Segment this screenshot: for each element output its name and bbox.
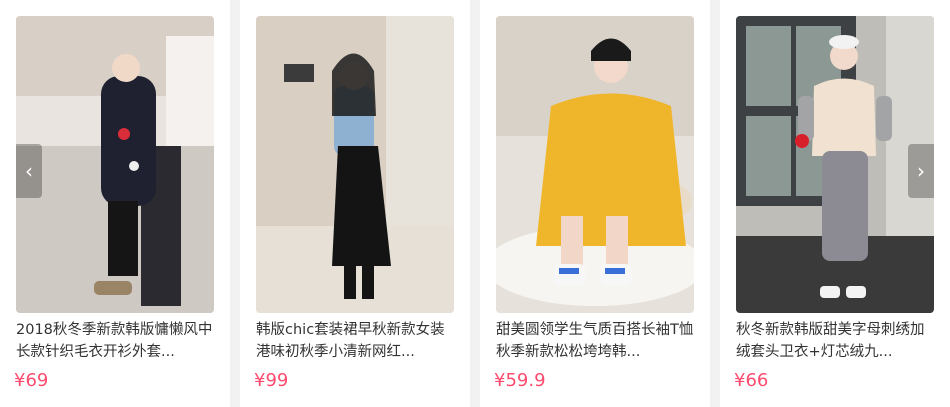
- chevron-left-icon: ‹: [25, 159, 33, 183]
- chevron-right-icon: ›: [917, 159, 925, 183]
- product-image[interactable]: [16, 16, 214, 313]
- product-card[interactable]: 2018秋冬季新款韩版慵懒风中长款针织毛衣开衫外套... ¥69: [0, 0, 230, 407]
- product-title[interactable]: 2018秋冬季新款韩版慵懒风中长款针织毛衣开衫外套...: [16, 319, 216, 363]
- product-card[interactable]: 秋冬新款韩版甜美字母刺绣加绒套头卫衣+灯芯绒九... ¥66: [720, 0, 950, 407]
- product-image[interactable]: [736, 16, 934, 313]
- next-button[interactable]: ›: [908, 144, 934, 198]
- product-title[interactable]: 韩版chic套装裙早秋新款女装港味初秋季小清新网红...: [256, 319, 456, 363]
- product-price: ¥69: [14, 370, 49, 391]
- product-title[interactable]: 甜美圆领学生气质百搭长袖T恤秋季新款松松垮垮韩...: [496, 319, 696, 363]
- product-image[interactable]: [256, 16, 454, 313]
- prev-button[interactable]: ‹: [16, 144, 42, 198]
- product-price: ¥59.9: [494, 370, 546, 391]
- product-title[interactable]: 秋冬新款韩版甜美字母刺绣加绒套头卫衣+灯芯绒九...: [736, 319, 936, 363]
- product-price: ¥66: [734, 370, 769, 391]
- product-image[interactable]: [496, 16, 694, 313]
- product-card[interactable]: 甜美圆领学生气质百搭长袖T恤秋季新款松松垮垮韩... ¥59.9: [480, 0, 710, 407]
- product-price: ¥99: [254, 370, 289, 391]
- product-card[interactable]: 韩版chic套装裙早秋新款女装港味初秋季小清新网红... ¥99: [240, 0, 470, 407]
- product-carousel: 2018秋冬季新款韩版慵懒风中长款针织毛衣开衫外套... ¥69 韩版chic套…: [0, 0, 950, 407]
